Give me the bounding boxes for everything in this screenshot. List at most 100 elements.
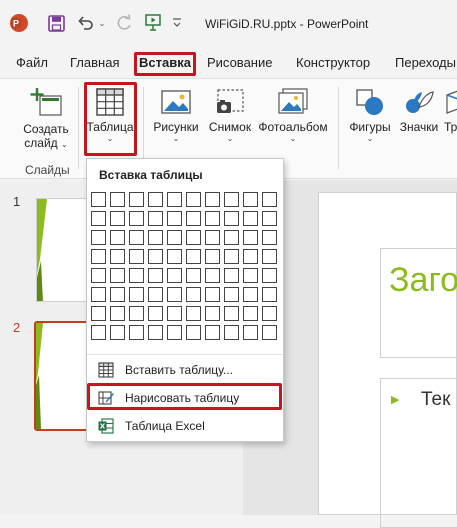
grid-cell[interactable] <box>91 325 106 340</box>
grid-cell[interactable] <box>129 325 144 340</box>
tab-home[interactable]: Главная <box>70 55 119 70</box>
presentation-start-icon[interactable] <box>143 12 163 34</box>
grid-cell[interactable] <box>91 192 106 207</box>
grid-cell[interactable] <box>167 287 182 302</box>
grid-cell[interactable] <box>148 287 163 302</box>
grid-cell[interactable] <box>243 192 258 207</box>
grid-cell[interactable] <box>243 268 258 283</box>
save-icon[interactable] <box>46 13 66 33</box>
grid-cell[interactable] <box>129 211 144 226</box>
grid-cell[interactable] <box>262 306 277 321</box>
shapes-button[interactable]: Фигуры ⌄ <box>346 87 394 143</box>
grid-cell[interactable] <box>243 230 258 245</box>
grid-cell[interactable] <box>91 230 106 245</box>
grid-cell[interactable] <box>262 211 277 226</box>
grid-cell[interactable] <box>205 249 220 264</box>
grid-cell[interactable] <box>205 325 220 340</box>
grid-cell[interactable] <box>148 268 163 283</box>
grid-cell[interactable] <box>186 249 201 264</box>
icons-button[interactable]: Значки <box>396 87 442 134</box>
grid-cell[interactable] <box>205 268 220 283</box>
draw-table-menu-item[interactable]: Нарисовать таблицу <box>87 387 283 409</box>
tab-transitions[interactable]: Переходы <box>395 55 456 70</box>
grid-cell[interactable] <box>129 287 144 302</box>
grid-cell[interactable] <box>167 192 182 207</box>
grid-cell[interactable] <box>262 325 277 340</box>
grid-cell[interactable] <box>167 306 182 321</box>
grid-cell[interactable] <box>186 230 201 245</box>
grid-cell[interactable] <box>148 192 163 207</box>
grid-cell[interactable] <box>186 268 201 283</box>
grid-cell[interactable] <box>129 192 144 207</box>
tab-design[interactable]: Конструктор <box>296 55 370 70</box>
grid-cell[interactable] <box>224 268 239 283</box>
grid-cell[interactable] <box>110 249 125 264</box>
grid-cell[interactable] <box>91 306 106 321</box>
grid-cell[interactable] <box>262 268 277 283</box>
undo-dropdown-chevron-icon[interactable]: ⌄ <box>97 16 107 30</box>
new-slide-button[interactable]: Создать слайд ⌄ <box>14 87 78 150</box>
grid-cell[interactable] <box>129 230 144 245</box>
grid-cell[interactable] <box>91 249 106 264</box>
grid-cell[interactable] <box>167 249 182 264</box>
grid-cell[interactable] <box>224 306 239 321</box>
grid-cell[interactable] <box>110 268 125 283</box>
excel-table-menu-item[interactable]: Таблица Excel <box>87 415 283 437</box>
grid-cell[interactable] <box>91 287 106 302</box>
grid-cell[interactable] <box>224 230 239 245</box>
grid-cell[interactable] <box>205 192 220 207</box>
grid-cell[interactable] <box>129 268 144 283</box>
photo-album-button[interactable]: Фотоальбом ⌄ <box>256 87 330 143</box>
grid-cell[interactable] <box>224 325 239 340</box>
grid-cell[interactable] <box>205 287 220 302</box>
grid-cell[interactable] <box>148 211 163 226</box>
grid-cell[interactable] <box>129 306 144 321</box>
grid-cell[interactable] <box>110 211 125 226</box>
grid-cell[interactable] <box>110 230 125 245</box>
grid-cell[interactable] <box>110 325 125 340</box>
grid-cell[interactable] <box>186 306 201 321</box>
insert-table-menu-item[interactable]: Вставить таблицу... <box>87 359 283 381</box>
grid-cell[interactable] <box>262 230 277 245</box>
grid-cell[interactable] <box>243 306 258 321</box>
grid-cell[interactable] <box>205 306 220 321</box>
grid-cell[interactable] <box>262 249 277 264</box>
grid-cell[interactable] <box>243 287 258 302</box>
grid-cell[interactable] <box>110 306 125 321</box>
grid-cell[interactable] <box>186 211 201 226</box>
grid-cell[interactable] <box>167 268 182 283</box>
grid-cell[interactable] <box>148 325 163 340</box>
content-placeholder[interactable]: ▶ Тек <box>380 378 457 528</box>
screenshot-button[interactable]: Снимок ⌄ <box>205 87 255 143</box>
grid-cell[interactable] <box>224 249 239 264</box>
grid-cell[interactable] <box>262 287 277 302</box>
grid-cell[interactable] <box>110 287 125 302</box>
title-placeholder[interactable]: Заго <box>380 248 457 358</box>
tab-file[interactable]: Файл <box>16 55 48 70</box>
table-button[interactable]: Таблица ⌄ <box>86 87 134 143</box>
grid-cell[interactable] <box>186 192 201 207</box>
grid-cell[interactable] <box>91 268 106 283</box>
tab-insert[interactable]: Вставка <box>139 55 191 70</box>
grid-cell[interactable] <box>224 211 239 226</box>
grid-cell[interactable] <box>186 287 201 302</box>
next-ribbon-button[interactable]: Тр <box>444 87 457 134</box>
grid-cell[interactable] <box>205 211 220 226</box>
grid-cell[interactable] <box>224 192 239 207</box>
grid-cell[interactable] <box>205 230 220 245</box>
grid-cell[interactable] <box>243 249 258 264</box>
grid-cell[interactable] <box>262 192 277 207</box>
grid-cell[interactable] <box>167 211 182 226</box>
grid-cell[interactable] <box>224 287 239 302</box>
grid-cell[interactable] <box>91 211 106 226</box>
grid-cell[interactable] <box>167 325 182 340</box>
undo-icon[interactable] <box>76 13 96 33</box>
grid-cell[interactable] <box>110 192 125 207</box>
grid-cell[interactable] <box>148 306 163 321</box>
grid-cell[interactable] <box>129 249 144 264</box>
pictures-button[interactable]: Рисунки ⌄ <box>150 87 202 143</box>
grid-cell[interactable] <box>243 211 258 226</box>
grid-cell[interactable] <box>186 325 201 340</box>
grid-cell[interactable] <box>148 249 163 264</box>
grid-cell[interactable] <box>243 325 258 340</box>
